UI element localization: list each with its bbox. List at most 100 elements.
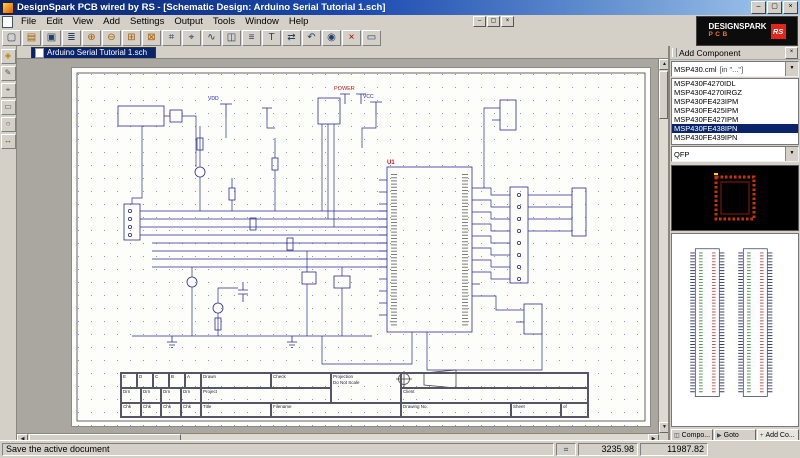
schematic-canvas[interactable]: POWER VCC VDD U1 EDCBA DrnDrnDr	[17, 59, 658, 433]
title-bar: DesignSpark PCB wired by RS - [Schematic…	[0, 0, 800, 15]
panel-tab-label: Add Co...	[766, 432, 795, 439]
status-bar: Save the active document ⌗ 3235.98 11987…	[0, 440, 800, 458]
schematic-sheet[interactable]: POWER VCC VDD U1 EDCBA DrnDrnDr	[71, 67, 651, 427]
library-combo[interactable]: MSP430.cml [in "..."] ▼	[671, 61, 799, 77]
drn-cell: Drn	[181, 388, 201, 403]
component-list-item[interactable]: MSP430FE427IPM	[672, 115, 798, 124]
rotate-icon[interactable]: ↶	[302, 30, 321, 46]
vcc-label: VCC	[363, 94, 374, 100]
add-component-icon[interactable]: ◫	[222, 30, 241, 46]
component-list-item[interactable]: MSP430FE425IPM	[672, 106, 798, 115]
panel-close-button[interactable]: ×	[785, 47, 798, 59]
app-icon	[2, 2, 14, 14]
filename-cell: Filename	[271, 403, 401, 417]
component-list[interactable]: MSP430F4270IDLMSP430F4270IRGZMSP430FE423…	[671, 78, 799, 145]
measure-icon[interactable]: ▭	[362, 30, 381, 46]
drn-cell: Drn	[121, 388, 141, 403]
drn-cell: Drn	[141, 388, 161, 403]
ic-reference-label: U1	[387, 160, 395, 166]
shape-tool-icon[interactable]: ▭	[1, 100, 16, 115]
schematic-labels: POWER VCC VDD U1	[208, 86, 395, 166]
title-block: EDCBA DrnDrnDrnDrn ChkChkChkChk Drawn Ch…	[120, 372, 589, 418]
menu-output[interactable]: Output	[169, 16, 208, 27]
zoom-window-icon[interactable]: ⊞	[122, 30, 141, 46]
package-name: QFP	[674, 150, 689, 159]
menu-help[interactable]: Help	[284, 16, 314, 27]
panel-tab-label: Goto	[724, 432, 739, 439]
menu-file[interactable]: File	[16, 16, 41, 27]
grid-icon[interactable]: ⌗	[162, 30, 181, 46]
sketch-tool-icon[interactable]: ✎	[1, 66, 16, 81]
window-title: DesignSpark PCB wired by RS - [Schematic…	[17, 2, 748, 13]
print-icon[interactable]: ≣	[62, 30, 81, 46]
zoom-out-icon[interactable]: ⊖	[102, 30, 121, 46]
component-list-item[interactable]: MSP430FE438IPN	[672, 124, 798, 133]
select-tool-icon[interactable]: ◈	[1, 49, 16, 64]
library-scope: [in "..."]	[720, 65, 744, 74]
cursor-y-coordinate: 11987.82	[640, 443, 708, 456]
document-tab-label: Arduino Serial Tutorial 1.sch	[47, 48, 147, 58]
close-button[interactable]: ×	[783, 1, 798, 14]
workspace: ◈ ✎ ⌖ ▭ ○ ↔ Arduino Serial Tutorial 1.sc…	[0, 46, 800, 443]
footprint-preview-drawing	[672, 166, 798, 230]
child-restore-button[interactable]: ▢	[487, 16, 500, 27]
package-combo[interactable]: QFP ▼	[671, 146, 799, 162]
title-cell: Title	[201, 403, 271, 417]
power-label: POWER	[334, 86, 355, 92]
circle-tool-icon[interactable]: ○	[1, 117, 16, 132]
symbol-cell	[401, 373, 588, 388]
zoom-in-icon[interactable]: ⊕	[82, 30, 101, 46]
open-icon[interactable]: ▤	[22, 30, 41, 46]
sheet-cell: Sheet	[511, 403, 561, 417]
document-tab[interactable]: Arduino Serial Tutorial 1.sch	[31, 47, 156, 58]
component-list-item[interactable]: MSP430FE439IPN	[672, 133, 798, 142]
document-icon	[2, 16, 13, 28]
child-close-button[interactable]: ×	[501, 16, 514, 27]
revision-letter-cell: D	[137, 373, 153, 388]
component-list-item[interactable]: MSP430F4270IRGZ	[672, 88, 798, 97]
delete-icon[interactable]: ×	[342, 30, 361, 46]
origin-icon[interactable]: ⌖	[182, 30, 201, 46]
revision-letter-row: EDCBA	[121, 373, 201, 388]
add-text-icon[interactable]: T	[262, 30, 281, 46]
component-list-item[interactable]: MSP430F4270IDL	[672, 79, 798, 88]
child-window-buttons: – ▢ ×	[473, 16, 514, 27]
vertical-scroll-thumb[interactable]	[659, 71, 668, 119]
drawing-no-cell: Drawing No.	[401, 403, 511, 417]
menu-tools[interactable]: Tools	[208, 16, 240, 27]
schematic-doc-icon	[35, 48, 44, 58]
zoom-extents-icon[interactable]: ⊠	[142, 30, 161, 46]
vertical-scrollbar[interactable]: ▲ ▼	[658, 59, 668, 433]
panel-tab-icon: ◫	[674, 432, 680, 439]
revision-letter-cell: A	[185, 373, 201, 388]
mirror-icon[interactable]: ⇄	[282, 30, 301, 46]
window-buttons: – ▢ ×	[751, 1, 798, 14]
logo-text-pcb: PCB	[708, 32, 766, 39]
add-wire-icon[interactable]: ∿	[202, 30, 221, 46]
panel-tab-icon: +	[760, 433, 764, 439]
ic-pin-text	[394, 174, 465, 326]
drn-row: DrnDrnDrnDrn	[121, 388, 201, 403]
maximize-button[interactable]: ▢	[767, 1, 782, 14]
save-icon[interactable]: ▣	[42, 30, 61, 46]
dimension-tool-icon[interactable]: ↔	[1, 134, 16, 149]
menu-add[interactable]: Add	[98, 16, 125, 27]
menu-edit[interactable]: Edit	[41, 16, 67, 27]
minimize-button[interactable]: –	[751, 1, 766, 14]
drn-cell: Drn	[161, 388, 181, 403]
menu-window[interactable]: Window	[240, 16, 284, 27]
footprint-preview	[671, 165, 799, 231]
camera-icon[interactable]: ◉	[322, 30, 341, 46]
origin-tool-icon[interactable]: ⌖	[1, 83, 16, 98]
panel-grip[interactable]	[672, 48, 677, 57]
revision-letter-cell: C	[153, 373, 169, 388]
chevron-down-icon[interactable]: ▼	[785, 147, 798, 161]
add-bus-icon[interactable]: ≡	[242, 30, 261, 46]
menu-view[interactable]: View	[68, 16, 98, 27]
child-minimize-button[interactable]: –	[473, 16, 486, 27]
new-icon[interactable]: ▢	[2, 30, 21, 46]
menu-settings[interactable]: Settings	[125, 16, 169, 27]
component-list-item[interactable]: MSP430FE423IPM	[672, 97, 798, 106]
chevron-down-icon[interactable]: ▼	[785, 62, 798, 76]
panel-tab-icon: ▶	[717, 432, 722, 439]
